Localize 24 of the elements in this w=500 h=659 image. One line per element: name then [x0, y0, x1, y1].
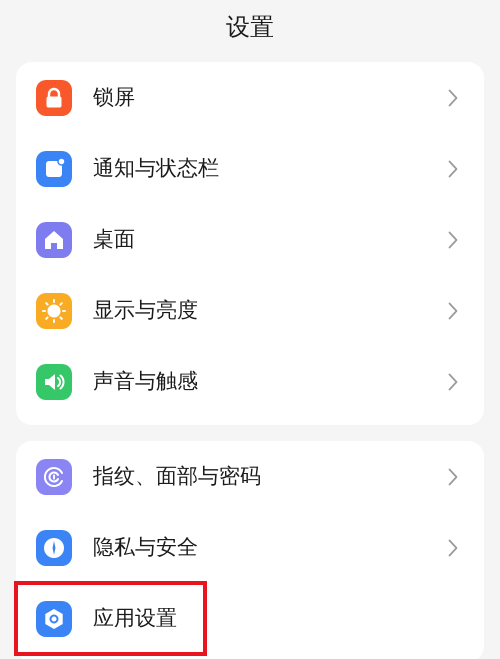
settings-item[interactable]: 隐私与安全 — [16, 512, 484, 583]
settings-item[interactable]: 桌面 — [16, 204, 484, 275]
chevron-icon — [448, 160, 458, 178]
chevron-icon — [448, 302, 458, 320]
chevron-icon — [448, 230, 458, 248]
chevron-icon — [448, 468, 458, 486]
settings-item[interactable]: 通知与状态栏 — [16, 133, 484, 204]
settings-item[interactable]: 指纹、面部与密码 — [16, 441, 484, 512]
item-label: 显示与亮度 — [93, 296, 198, 324]
item-label: 应用设置 — [93, 604, 177, 632]
chevron-icon — [448, 538, 458, 556]
chevron-icon — [448, 372, 458, 390]
settings-item[interactable]: 应用设置 — [16, 583, 205, 654]
item-label: 通知与状态栏 — [93, 154, 219, 182]
page-title: 设置 — [226, 12, 274, 43]
settings-item[interactable]: 声音与触感 — [16, 346, 484, 417]
settings-item[interactable]: 显示与亮度 — [16, 275, 484, 346]
item-label: 指纹、面部与密码 — [93, 462, 261, 490]
item-label: 声音与触感 — [93, 368, 198, 395]
item-label: 隐私与安全 — [93, 534, 198, 561]
item-label: 锁屏 — [93, 84, 135, 111]
chevron-icon — [448, 88, 458, 106]
settings-item[interactable]: 锁屏 — [16, 62, 484, 133]
item-label: 桌面 — [93, 226, 135, 253]
